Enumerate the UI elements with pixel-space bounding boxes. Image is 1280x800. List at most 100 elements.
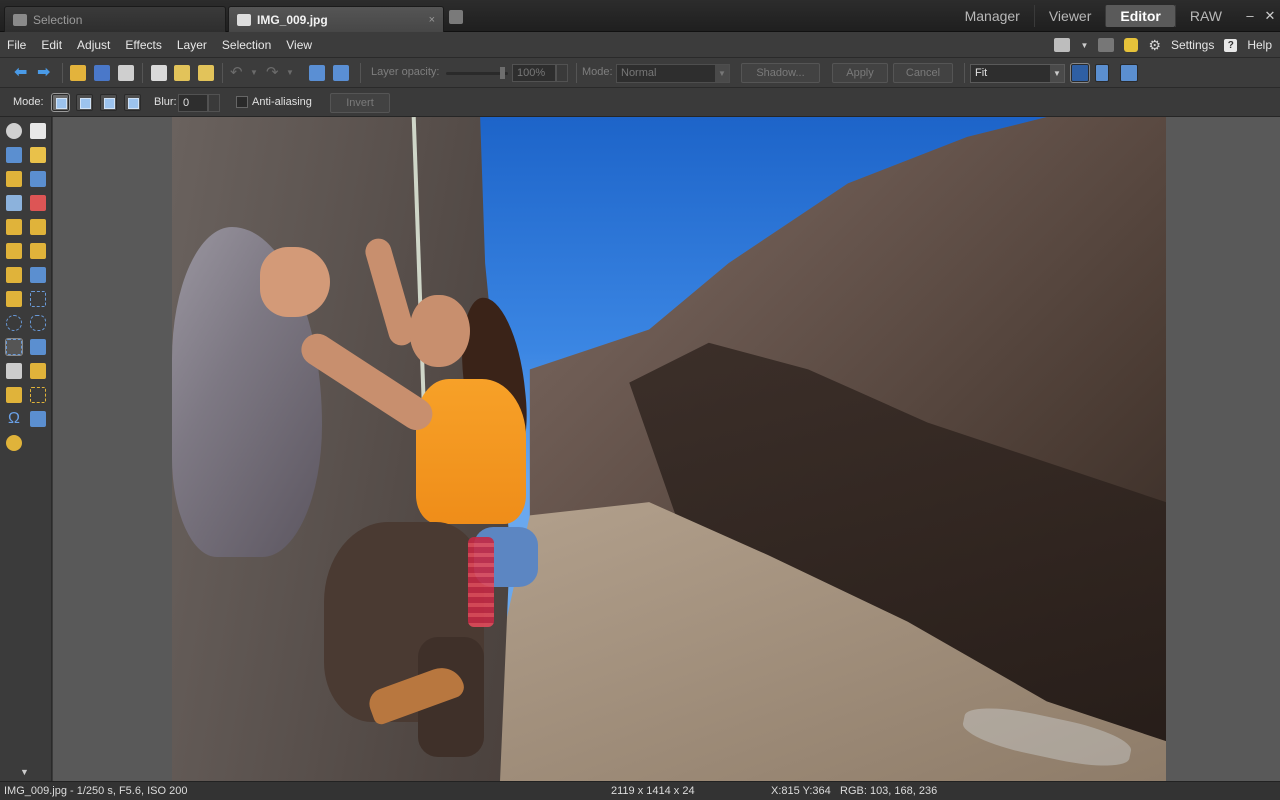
crop-tool-icon[interactable]: [6, 147, 22, 163]
mode-raw[interactable]: RAW: [1174, 5, 1236, 27]
menu-layer[interactable]: Layer: [170, 38, 215, 52]
edit-icon: [237, 13, 251, 26]
image-icon[interactable]: [1054, 38, 1071, 52]
mode-viewer[interactable]: Viewer: [1033, 5, 1106, 27]
clone-stamp-tool-icon[interactable]: [6, 219, 22, 235]
retouch-tool-icon[interactable]: [30, 219, 46, 235]
canvas-tool-icon[interactable]: [30, 171, 46, 187]
actual-size-icon[interactable]: [1120, 64, 1138, 82]
rect-select-tool-icon[interactable]: [30, 291, 46, 307]
new-tab-icon[interactable]: [449, 10, 463, 24]
anti-aliasing-checkbox[interactable]: [236, 96, 248, 108]
hand-tool-icon[interactable]: [30, 123, 46, 139]
layer-opacity-label: Layer opacity:: [371, 66, 440, 78]
chevron-down-icon[interactable]: ▼: [1080, 41, 1088, 50]
chevron-down-icon[interactable]: ▼: [250, 65, 266, 81]
blur-label: Blur:: [154, 96, 177, 108]
tab-label: IMG_009.jpg: [257, 12, 328, 27]
eraser-tool-icon[interactable]: [6, 291, 22, 307]
shadow-button[interactable]: Shadow...: [741, 63, 820, 83]
layer-opacity-field[interactable]: 100%: [512, 64, 556, 82]
brush-tool-icon[interactable]: [6, 267, 22, 283]
lasso-tool-icon[interactable]: [30, 315, 46, 331]
layer-opacity-slider-handle[interactable]: [500, 67, 505, 79]
lock-icon[interactable]: [1124, 38, 1139, 52]
photo-canvas[interactable]: [172, 117, 1166, 781]
chevron-down-icon[interactable]: ▼: [286, 65, 302, 81]
transform-selection-tool-icon[interactable]: [30, 387, 46, 403]
omega-tool-icon[interactable]: Ω: [6, 411, 22, 427]
redo-icon[interactable]: ↷: [266, 65, 282, 81]
close-tab-icon[interactable]: ×: [429, 14, 435, 26]
apply-button[interactable]: Apply: [832, 63, 888, 83]
photo-quickdraws: [468, 537, 494, 627]
zoom-tool-icon[interactable]: [6, 123, 22, 139]
menu-file[interactable]: File: [0, 38, 34, 52]
paste-new-icon[interactable]: [198, 65, 214, 81]
healing-tool-icon[interactable]: [30, 243, 46, 259]
badge-icon[interactable]: [1098, 38, 1115, 52]
compare-icon[interactable]: [309, 65, 325, 81]
blend-mode-select[interactable]: Normal ▼: [616, 64, 730, 83]
tab-img-009[interactable]: IMG_009.jpg ×: [228, 6, 444, 32]
menu-view[interactable]: View: [279, 38, 320, 52]
help-icon[interactable]: ?: [1224, 38, 1238, 52]
fit-window-icon[interactable]: [1070, 63, 1090, 83]
ellipse-select-tool-icon[interactable]: [6, 315, 22, 331]
paste-icon[interactable]: [174, 65, 190, 81]
minimize-icon[interactable]: –: [1240, 6, 1260, 26]
copy-icon[interactable]: [151, 65, 167, 81]
fit-height-icon[interactable]: [1095, 64, 1109, 82]
menu-selection[interactable]: Selection: [215, 38, 279, 52]
print-icon[interactable]: [118, 65, 134, 81]
layer-opacity-stepper[interactable]: [556, 64, 568, 82]
selection-mode-subtract-icon[interactable]: [100, 94, 117, 111]
straighten-tool-icon[interactable]: [30, 147, 46, 163]
close-icon[interactable]: ✕: [1260, 6, 1280, 26]
status-rgb: RGB: 103, 168, 236: [840, 785, 938, 797]
mode-editor[interactable]: Editor: [1105, 5, 1175, 27]
blur-field[interactable]: 0: [178, 94, 208, 112]
menu-adjust[interactable]: Adjust: [70, 38, 118, 52]
chevron-down-icon[interactable]: ▼: [20, 767, 29, 777]
resize-tool-icon[interactable]: [6, 171, 22, 187]
anti-aliasing-label: Anti-aliasing: [252, 96, 312, 108]
magnetic-lasso-tool-icon[interactable]: [30, 339, 46, 355]
menu-effects[interactable]: Effects: [118, 38, 169, 52]
window-controls: – ✕: [1240, 6, 1280, 26]
mode-manager[interactable]: Manager: [951, 5, 1034, 27]
layer-opacity-slider-track[interactable]: [446, 72, 508, 75]
back-arrow-icon[interactable]: ⬅: [14, 65, 30, 81]
text-tool-icon[interactable]: [30, 411, 46, 427]
zoom-select[interactable]: Fit ▼: [970, 64, 1065, 83]
tab-selection[interactable]: Selection: [4, 6, 226, 32]
cancel-button[interactable]: Cancel: [893, 63, 953, 83]
top-bar: Selection IMG_009.jpg × Manager Viewer E…: [0, 0, 1280, 32]
magic-wand-tool-icon[interactable]: [6, 363, 22, 379]
fill-tool-icon[interactable]: [30, 267, 46, 283]
help-link[interactable]: Help: [1247, 38, 1272, 52]
blur-stepper[interactable]: [208, 94, 220, 112]
invert-button[interactable]: Invert: [330, 93, 390, 113]
magic-wand-fix-icon[interactable]: [6, 243, 22, 259]
status-file-info: IMG_009.jpg - 1/250 s, F5.6, ISO 200: [4, 785, 188, 797]
selection-mode-intersect-icon[interactable]: [124, 94, 141, 111]
red-eye-tool-icon[interactable]: [30, 195, 46, 211]
selection-brush-tool-icon[interactable]: [30, 363, 46, 379]
undo-icon[interactable]: ↶: [230, 65, 246, 81]
polygon-select-tool-icon[interactable]: [5, 338, 23, 356]
forward-arrow-icon[interactable]: ➡: [37, 65, 53, 81]
gear-icon[interactable]: ⚙: [1148, 37, 1161, 54]
menu-edit[interactable]: Edit: [34, 38, 70, 52]
swap-icon[interactable]: [333, 65, 349, 81]
settings-link[interactable]: Settings: [1171, 38, 1214, 52]
selection-mode-new-icon[interactable]: [51, 93, 70, 112]
color-picker-tool-icon[interactable]: [6, 435, 22, 451]
open-folder-icon[interactable]: [70, 65, 86, 81]
move-selection-tool-icon[interactable]: [6, 387, 22, 403]
save-icon[interactable]: [94, 65, 110, 81]
zoom-value: Fit: [975, 67, 988, 79]
selection-mode-add-icon[interactable]: [76, 94, 93, 111]
blend-mode-value: Normal: [621, 67, 657, 79]
perspective-tool-icon[interactable]: [6, 195, 22, 211]
